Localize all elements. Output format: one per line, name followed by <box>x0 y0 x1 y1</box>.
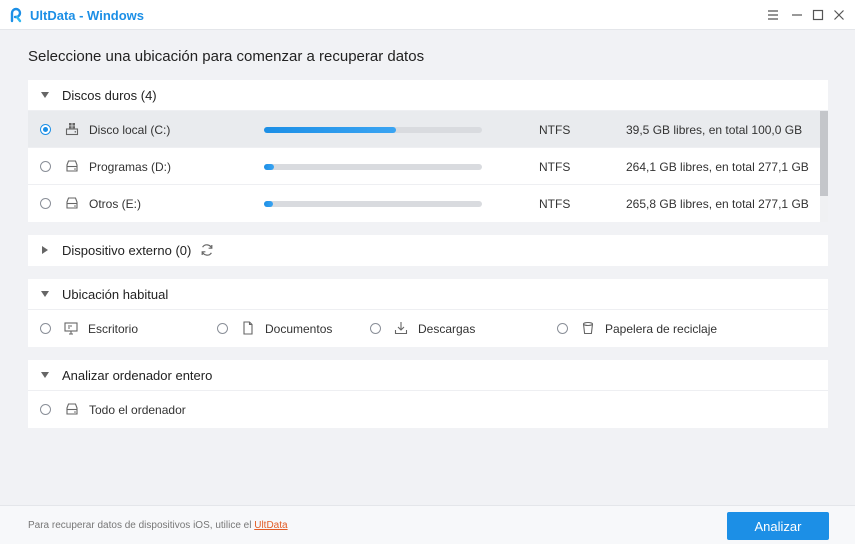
capacity-bar <box>264 127 482 133</box>
drive-name: Otros (E:) <box>89 197 142 211</box>
footer: Para recuperar datos de dispositivos iOS… <box>0 505 855 544</box>
document-icon <box>243 321 253 335</box>
chevron-down-icon <box>41 92 49 98</box>
whole-computer-header[interactable]: Analizar ordenador entero <box>28 360 828 391</box>
windows-drive-icon <box>65 123 79 136</box>
location-label: Descargas <box>418 322 476 336</box>
ultdata-link[interactable]: UltData <box>254 520 287 531</box>
drive-list-scrollbar[interactable] <box>820 111 828 222</box>
refresh-icon[interactable] <box>200 243 214 257</box>
chevron-right-icon <box>42 246 48 254</box>
common-locations-header[interactable]: Ubicación habitual <box>28 279 828 310</box>
ios-note: Para recuperar datos de dispositivos iOS… <box>28 520 288 531</box>
drive-space: 265,8 GB libres, en total 277,1 GB <box>626 197 809 211</box>
chevron-down-icon <box>41 372 49 378</box>
drive-icon <box>66 403 78 415</box>
chevron-down-icon <box>41 291 49 297</box>
location-label: Documentos <box>265 322 333 336</box>
drive-space: 39,5 GB libres, en total 100,0 GB <box>626 123 803 137</box>
page-title: Seleccione una ubicación para comenzar a… <box>28 48 425 65</box>
common-locations-title: Ubicación habitual <box>62 287 169 302</box>
external-device-title: Dispositivo externo (0) <box>62 243 192 258</box>
capacity-bar <box>264 201 482 207</box>
drive-row[interactable]: Disco local (C:) NTFS 39,5 GB libres, en t… <box>28 111 828 148</box>
whole-computer-row[interactable]: Todo el ordenador <box>28 391 828 428</box>
maximize-icon[interactable] <box>809 6 827 24</box>
drive-icon <box>66 197 78 209</box>
location-label: Escritorio <box>88 322 139 336</box>
close-icon[interactable] <box>830 6 848 24</box>
radio-button[interactable] <box>557 323 568 334</box>
common-locations-section: Ubicación habitual Escritorio Documentos <box>28 279 828 347</box>
drive-name: Disco local (C:) <box>89 123 171 137</box>
whole-computer-section: Analizar ordenador entero Todo el ordena… <box>28 360 828 428</box>
radio-button[interactable] <box>40 161 51 172</box>
ios-note-text: Para recuperar datos de dispositivos iOS… <box>28 520 255 531</box>
external-device-header[interactable]: Dispositivo externo (0) <box>28 235 828 266</box>
hard-drives-header[interactable]: Discos duros (4) <box>28 80 828 111</box>
radio-button[interactable] <box>40 323 51 334</box>
desktop-icon <box>64 322 78 335</box>
capacity-bar-fill <box>264 201 273 207</box>
capacity-bar-fill <box>264 127 396 133</box>
drive-row[interactable]: Otros (E:) NTFS 265,8 GB libres, en total … <box>28 185 828 222</box>
capacity-bar-fill <box>264 164 275 170</box>
ultdata-logo-icon <box>10 7 22 23</box>
scan-button[interactable]: Analizar <box>727 512 829 540</box>
location-label: Papelera de reciclaje <box>605 322 718 336</box>
minimize-icon[interactable] <box>788 6 806 24</box>
radio-button[interactable] <box>40 404 51 415</box>
file-system: NTFS <box>539 197 571 211</box>
recycle-bin-icon <box>582 321 594 335</box>
whole-computer-label: Todo el ordenador <box>89 403 186 417</box>
download-icon <box>394 322 408 335</box>
radio-button[interactable] <box>370 323 381 334</box>
file-system: NTFS <box>539 123 571 137</box>
radio-button[interactable] <box>40 124 51 135</box>
radio-button[interactable] <box>40 198 51 209</box>
hard-drives-section: Discos duros (4) Disco local (C:) NTFS 39,… <box>28 80 828 222</box>
drive-name: Programas (D:) <box>89 160 172 174</box>
capacity-bar <box>264 164 482 170</box>
menu-icon[interactable] <box>764 6 782 24</box>
drive-icon <box>66 160 78 172</box>
file-system: NTFS <box>539 160 571 174</box>
drive-list: Disco local (C:) NTFS 39,5 GB libres, en t… <box>28 111 828 222</box>
title-bar: UltData - Windows <box>0 0 855 30</box>
whole-computer-title: Analizar ordenador entero <box>62 368 213 383</box>
drive-space: 264,1 GB libres, en total 277,1 GB <box>626 160 809 174</box>
common-locations-row: Escritorio Documentos Descargas Papelera… <box>28 310 828 347</box>
hard-drives-title: Discos duros (4) <box>62 88 157 103</box>
radio-button[interactable] <box>217 323 228 334</box>
app-title: UltData - Windows <box>30 8 144 23</box>
external-device-section: Dispositivo externo (0) <box>28 235 828 266</box>
scrollbar-thumb[interactable] <box>820 111 828 196</box>
drive-row[interactable]: Programas (D:) NTFS 264,1 GB libres, en to… <box>28 148 828 185</box>
